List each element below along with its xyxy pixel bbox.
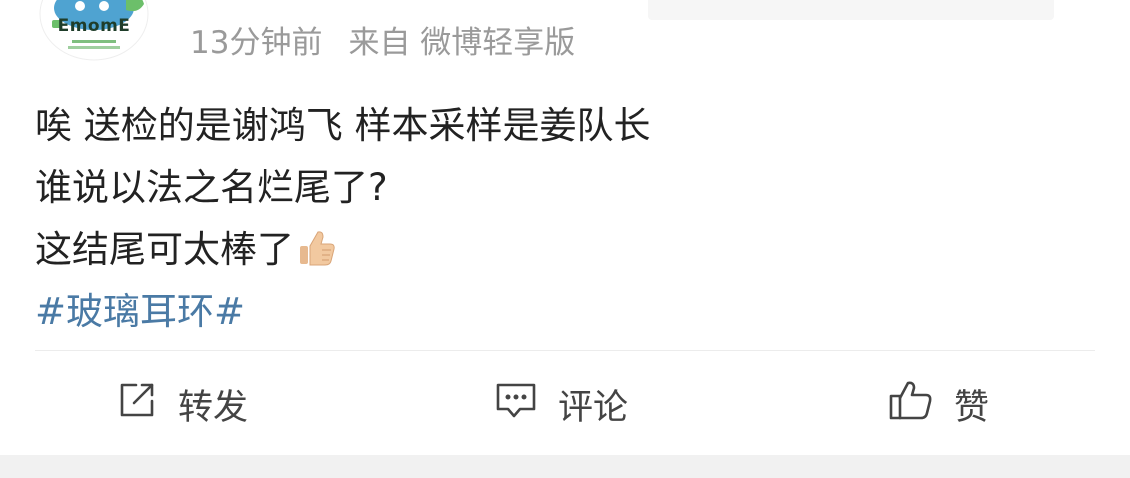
avatar[interactable]: EmomE bbox=[38, 0, 150, 62]
comment-icon bbox=[494, 379, 538, 430]
post-text-line: 谁说以法之名烂尾了? bbox=[35, 166, 388, 209]
post-text-line: 这结尾可太棒了 bbox=[35, 219, 1095, 281]
like-button[interactable]: 赞 bbox=[888, 374, 989, 434]
post-text-content: 这结尾可太棒了 bbox=[35, 228, 294, 271]
like-label: 赞 bbox=[954, 387, 990, 428]
repost-button[interactable]: 转发 bbox=[116, 374, 248, 434]
hashtag-link[interactable]: #玻璃耳环# bbox=[35, 281, 1095, 343]
post-body: 唉 送检的是谢鸿飞 样本采样是姜队长 谁说以法之名烂尾了? 这结尾可太棒了 #玻… bbox=[35, 95, 1095, 343]
feed-separator bbox=[0, 455, 1130, 478]
thumbs-up-emoji-icon bbox=[296, 225, 336, 287]
top-bar bbox=[648, 0, 1054, 20]
repost-label: 转发 bbox=[178, 387, 249, 428]
actions-divider bbox=[35, 350, 1095, 351]
comment-label: 评论 bbox=[558, 387, 629, 428]
avatar-logo-text: EmomE bbox=[57, 16, 131, 36]
comment-button[interactable]: 评论 bbox=[494, 374, 628, 434]
repost-icon bbox=[116, 379, 158, 430]
post-source[interactable]: 来自 微博轻享版 bbox=[348, 17, 575, 62]
post-meta: 13分钟前 来自 微博轻享版 bbox=[190, 17, 575, 61]
post-time: 13分钟前 bbox=[190, 24, 323, 61]
thumbs-up-icon bbox=[888, 378, 934, 431]
post-text-line: 唉 送检的是谢鸿飞 样本采样是姜队长 bbox=[35, 104, 651, 147]
